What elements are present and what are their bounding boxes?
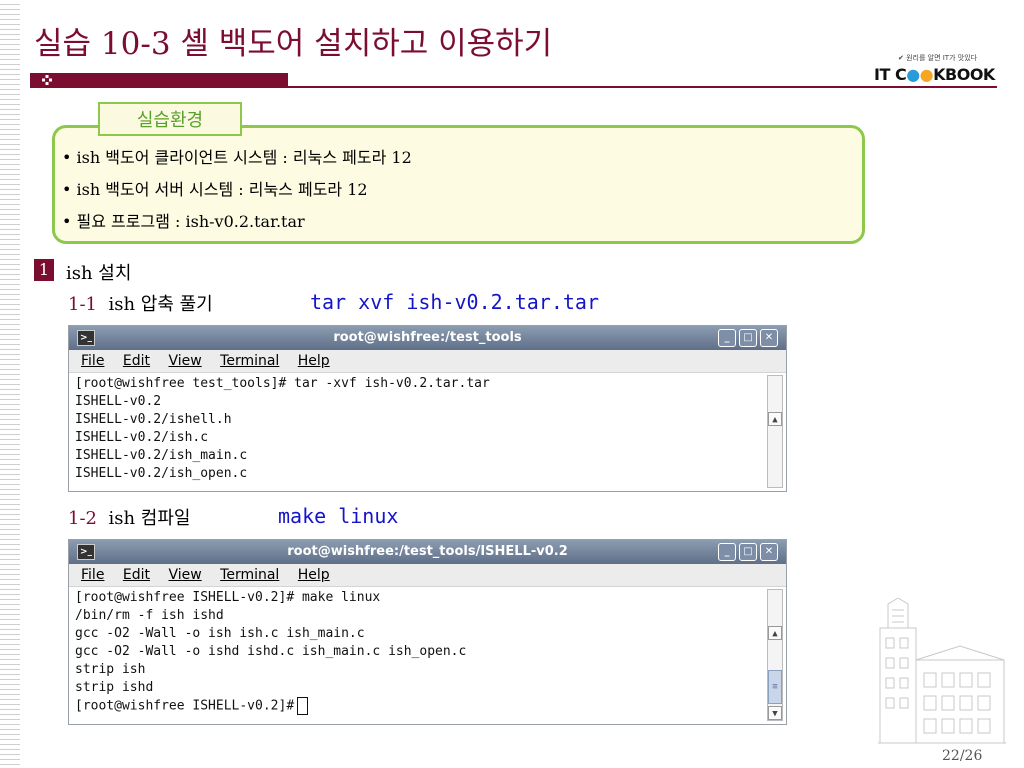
terminal-line: [root@wishfree ISHELL-v0.2]# make linux <box>75 590 381 605</box>
terminal-icon: >_ <box>77 330 95 346</box>
diamond-icon <box>42 75 52 85</box>
terminal-line: strip ish <box>75 662 146 677</box>
terminal-line: strip ishd <box>75 680 154 695</box>
it-cookbook-logo: IT C●●KBOOK <box>874 65 995 84</box>
terminal-scrollbar[interactable]: ▲ ≡ ▼ <box>767 589 783 721</box>
step1-number: 1-1 <box>68 294 97 315</box>
slide-title: 실습 10-3 셸 백도어 설치하고 이용하기 <box>34 26 553 62</box>
step2-heading: 1-2 ish 컴파일 <box>68 504 190 530</box>
building-illustration <box>878 598 1006 744</box>
menu-file[interactable]: File <box>81 353 104 369</box>
terminal-line: gcc -O2 -Wall -o ishd ishd.c ish_main.c … <box>75 644 467 659</box>
environment-item: 필요 프로그램 : ish-v0.2.tar.tar <box>62 206 412 238</box>
menu-file[interactable]: File <box>81 567 104 583</box>
terminal-line: /bin/rm -f ish ishd <box>75 608 224 623</box>
step2-label: ish 컴파일 <box>108 508 191 529</box>
logo-tagline: ✔ 원리를 알면 IT가 맛있다 <box>898 54 978 62</box>
step1-command: tar xvf ish-v0.2.tar.tar <box>310 290 599 314</box>
terminal-title-bar[interactable]: >_ root@wishfree:/test_tools _ □ ✕ <box>69 326 786 350</box>
terminal-icon: >_ <box>77 544 95 560</box>
section-number: 1 <box>34 259 54 281</box>
environment-item: ish 백도어 클라이언트 시스템 : 리눅스 페도라 12 <box>62 142 412 174</box>
terminal-title-bar[interactable]: >_ root@wishfree:/test_tools/ISHELL-v0.2… <box>69 540 786 564</box>
page-number: 22/26 <box>942 748 983 764</box>
terminal-line: ISHELL-v0.2/ish.c <box>75 430 209 445</box>
terminal-line: ISHELL-v0.2/ish_open.c <box>75 466 248 481</box>
environment-tab-label: 실습환경 <box>98 102 242 136</box>
step1-heading: 1-1 ish 압축 풀기 <box>68 290 213 316</box>
scroll-up-arrow[interactable]: ▲ <box>768 626 782 640</box>
terminal-title: root@wishfree:/test_tools/ISHELL-v0.2 <box>287 544 568 559</box>
step2-command: make linux <box>278 504 399 528</box>
terminal-line: gcc -O2 -Wall -o ish ish.c ish_main.c <box>75 626 365 641</box>
terminal-prompt-line[interactable]: [root@wishfree ISHELL-v0.2]# <box>75 697 786 716</box>
terminal-scrollbar[interactable]: ▲ <box>767 375 783 488</box>
terminal-output[interactable]: [root@wishfree test_tools]# tar -xvf ish… <box>69 373 786 490</box>
scroll-thumb[interactable]: ≡ <box>768 670 782 704</box>
terminal-window-1: >_ root@wishfree:/test_tools _ □ ✕ File … <box>68 325 787 492</box>
terminal-menubar: File Edit View Terminal Help <box>69 350 786 373</box>
menu-help[interactable]: Help <box>298 353 330 369</box>
terminal-prompt: [root@wishfree ISHELL-v0.2]# <box>75 698 295 714</box>
scroll-down-arrow[interactable]: ▼ <box>768 706 782 720</box>
environment-list: ish 백도어 클라이언트 시스템 : 리눅스 페도라 12 ish 백도어 서… <box>62 142 412 238</box>
menu-view[interactable]: View <box>168 567 201 583</box>
terminal-menubar: File Edit View Terminal Help <box>69 564 786 587</box>
menu-view[interactable]: View <box>168 353 201 369</box>
maximize-button[interactable]: □ <box>739 329 757 347</box>
step2-number: 1-2 <box>68 508 97 529</box>
title-rule <box>30 86 997 88</box>
section-title: ish 설치 <box>66 263 132 284</box>
terminal-line: [root@wishfree test_tools]# tar -xvf ish… <box>75 376 490 391</box>
minimize-button[interactable]: _ <box>718 543 736 561</box>
left-decoration-stripes <box>0 0 20 768</box>
text-cursor <box>297 697 309 715</box>
close-button[interactable]: ✕ <box>760 329 778 347</box>
minimize-button[interactable]: _ <box>718 329 736 347</box>
terminal-line: ISHELL-v0.2/ishell.h <box>75 412 232 427</box>
step1-label: ish 압축 풀기 <box>108 294 213 315</box>
menu-terminal[interactable]: Terminal <box>220 353 279 369</box>
menu-help[interactable]: Help <box>298 567 330 583</box>
menu-edit[interactable]: Edit <box>123 353 150 369</box>
menu-terminal[interactable]: Terminal <box>220 567 279 583</box>
terminal-line: ISHELL-v0.2 <box>75 394 162 409</box>
maximize-button[interactable]: □ <box>739 543 757 561</box>
terminal-title: root@wishfree:/test_tools <box>333 330 522 345</box>
menu-edit[interactable]: Edit <box>123 567 150 583</box>
scroll-up-arrow[interactable]: ▲ <box>768 412 782 426</box>
environment-item: ish 백도어 서버 시스템 : 리눅스 페도라 12 <box>62 174 412 206</box>
terminal-line: ISHELL-v0.2/ish_main.c <box>75 448 248 463</box>
close-button[interactable]: ✕ <box>760 543 778 561</box>
terminal-window-2: >_ root@wishfree:/test_tools/ISHELL-v0.2… <box>68 539 787 725</box>
terminal-output[interactable]: [root@wishfree ISHELL-v0.2]# make linux /… <box>69 587 786 723</box>
